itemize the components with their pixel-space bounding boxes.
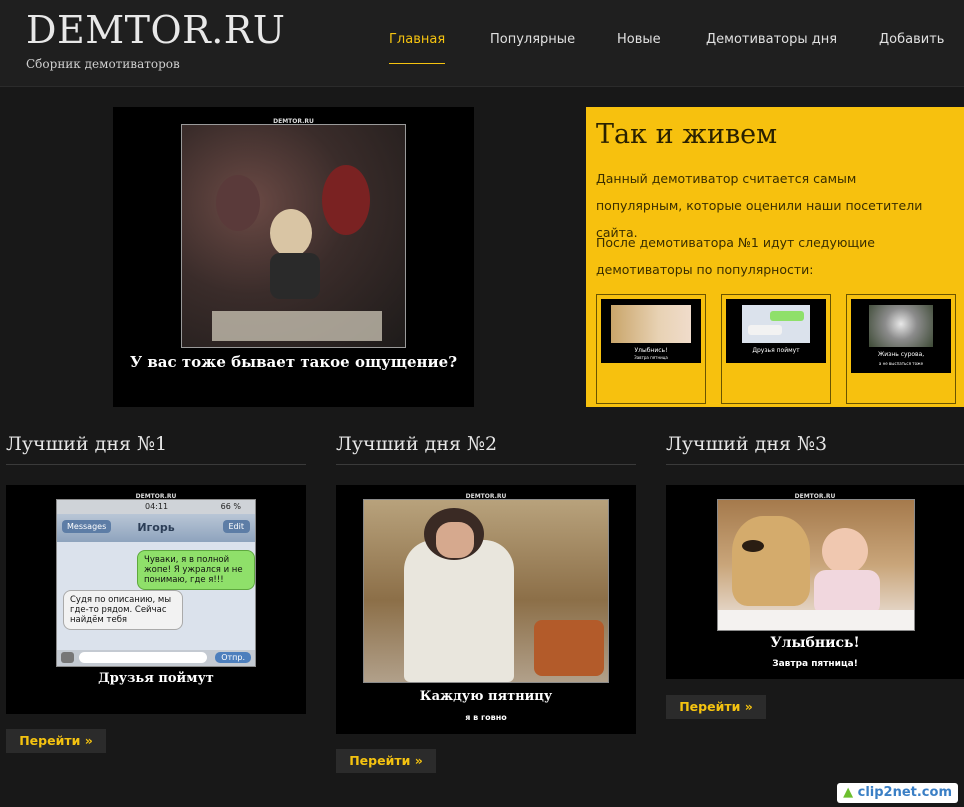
main-nav: Главная Популярные Новые Демотиваторы дн…: [0, 32, 964, 64]
best-3-subcaption: Завтра пятница!: [772, 659, 858, 669]
phone-send-button: Отпр.: [215, 652, 251, 663]
best-2-image[interactable]: DEMTOR.RU Каждую пятницу я в говно: [336, 485, 636, 734]
best-2-caption: Каждую пятницу: [419, 689, 553, 704]
phone-time: 04:11: [145, 502, 169, 511]
best-2-divider: [336, 464, 636, 465]
best-3-picture: [717, 499, 915, 631]
best-1-title: Лучший дня №1: [6, 433, 168, 455]
thumb-3-sub: а не выспаться тоже: [878, 361, 924, 366]
best-3-go-button[interactable]: Перейти »: [666, 695, 766, 719]
phone-edit-button: Edit: [222, 520, 250, 533]
best-2-title: Лучший дня №2: [336, 433, 498, 455]
clip2net-text: clip2net.com: [857, 785, 952, 800]
nav-item-add[interactable]: Добавить: [879, 32, 944, 63]
best-1-picture: 04:11 66 % Messages Игорь Edit Чуваки, я …: [56, 499, 256, 667]
best-1-image[interactable]: DEMTOR.RU 04:11 66 % Messages Игорь Edit …: [6, 485, 306, 714]
thumb-1-sub: Завтра пятница: [634, 355, 668, 360]
phone-msg-in: Судя по описанию, мы где-то рядом. Сейча…: [63, 590, 183, 630]
popular-thumb-2[interactable]: Друзья поймут: [721, 294, 831, 404]
clip2net-logo-icon: ▲: [843, 785, 854, 800]
nav-item-new[interactable]: Новые: [617, 32, 661, 63]
phone-text-field: [79, 652, 207, 663]
best-3-caption: Улыбнись!: [770, 635, 860, 651]
best-2-subcaption: я в говно: [465, 713, 507, 722]
best-1-go-button[interactable]: Перейти »: [6, 729, 106, 753]
popular-text-2: После демотиватора №1 идут следующие дем…: [596, 235, 875, 277]
featured-demotivator[interactable]: DEMTOR.RU У вас тоже бывает такое ощущен…: [113, 107, 474, 407]
nav-item-home[interactable]: Главная: [389, 32, 446, 64]
best-2-go-button[interactable]: Перейти »: [336, 749, 436, 773]
popular-title: Так и живем: [596, 119, 778, 150]
best-3-image[interactable]: DEMTOR.RU Улыбнись! Завтра пятница!: [666, 485, 964, 679]
popular-thumb-1[interactable]: Улыбнись! Завтра пятница: [596, 294, 706, 404]
best-1-divider: [6, 464, 306, 465]
clip2net-watermark: ▲ clip2net.com: [837, 783, 958, 803]
site-header: DEMTOR.RU Сборник демотиваторов Главная …: [0, 0, 964, 87]
thumb-1-caption: Улыбнись!: [634, 347, 668, 354]
popular-panel: Так и живем Данный демотиватор считается…: [586, 107, 964, 407]
thumb-2-caption: Друзья поймут: [752, 347, 800, 354]
popular-thumb-3[interactable]: Жизнь сурова, а не выспаться тоже: [846, 294, 956, 404]
featured-picture: [181, 124, 406, 348]
best-3-divider: [666, 464, 964, 465]
nav-item-day[interactable]: Демотиваторы дня: [706, 32, 837, 63]
best-2-picture: [363, 499, 609, 683]
featured-caption: У вас тоже бывает такое ощущение?: [129, 353, 457, 371]
camera-icon: [61, 652, 74, 663]
phone-battery: 66 %: [220, 502, 241, 511]
best-1-caption: Друзья поймут: [98, 671, 214, 686]
thumb-3-caption: Жизнь сурова,: [877, 351, 925, 358]
phone-msg-out: Чуваки, я в полной жопе! Я ужрался и не …: [137, 550, 255, 590]
nav-item-popular[interactable]: Популярные: [490, 32, 575, 63]
best-3-title: Лучший дня №3: [666, 433, 828, 455]
